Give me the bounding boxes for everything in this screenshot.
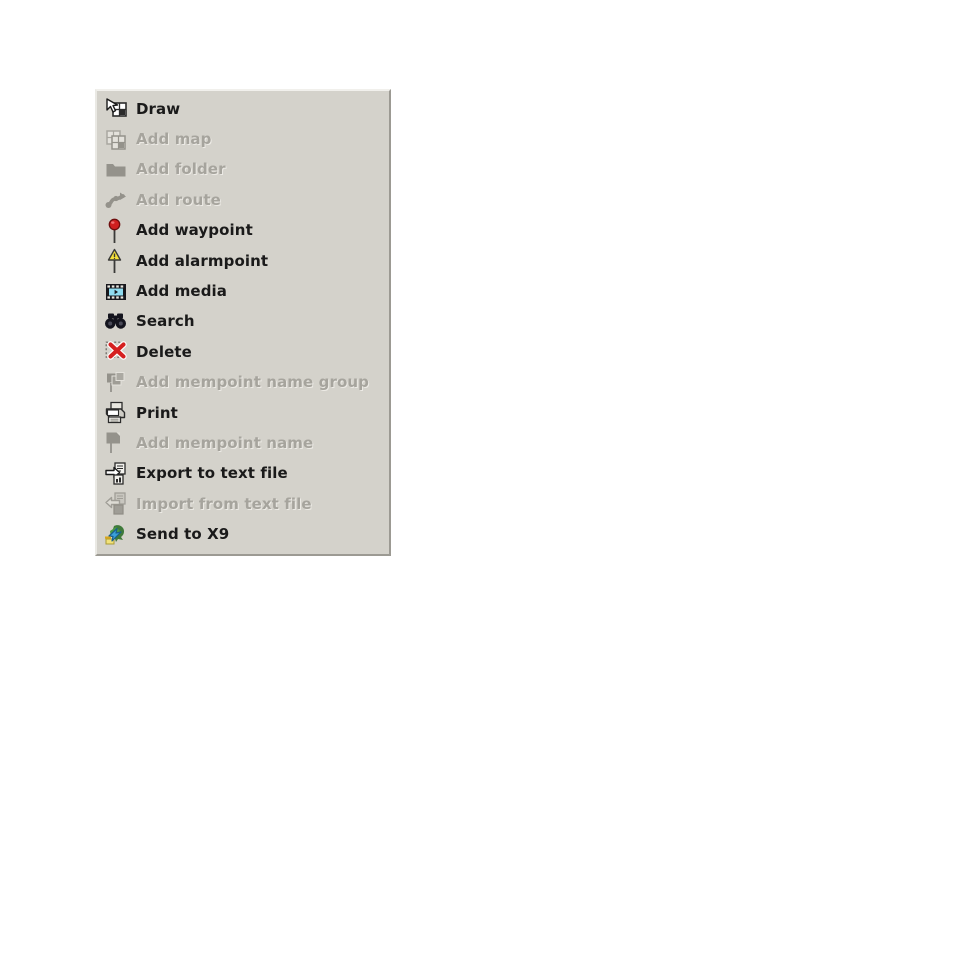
menu-item-label: Import from text file <box>136 494 312 513</box>
menu-item-add-mempoint-name[interactable]: Add mempoint name <box>97 428 389 458</box>
print-icon <box>104 400 130 426</box>
menu-item-import-from-text-file[interactable]: Import from text file <box>97 489 389 519</box>
context-menu-panel: Draw Add map Add folder Add route Add wa… <box>95 89 391 556</box>
menu-item-label: Add waypoint <box>136 221 253 240</box>
menu-item-search[interactable]: Search <box>97 307 389 337</box>
delete-icon <box>104 339 130 365</box>
menu-item-send-to-x9[interactable]: Send to X9 <box>97 519 389 549</box>
menu-item-label: Send to X9 <box>136 525 230 544</box>
draw-icon <box>104 96 130 122</box>
menu-item-draw[interactable]: Draw <box>97 94 389 124</box>
add-waypoint-icon <box>104 218 130 244</box>
import-from-text-file-icon <box>104 491 130 517</box>
add-media-icon <box>104 279 130 305</box>
menu-item-label: Add mempoint name group <box>136 373 369 392</box>
add-alarmpoint-icon <box>104 248 130 274</box>
menu-item-label: Add folder <box>136 160 226 179</box>
menu-item-label: Add alarmpoint <box>136 251 269 270</box>
add-route-icon <box>104 187 130 213</box>
menu-item-add-mempoint-name-group[interactable]: Add mempoint name group <box>97 368 389 398</box>
menu-item-label: Draw <box>136 99 181 118</box>
menu-item-label: Add route <box>136 190 221 209</box>
add-folder-icon <box>104 157 130 183</box>
send-to-x9-icon <box>104 522 130 548</box>
menu-item-label: Add map <box>136 130 212 149</box>
menu-item-label: Add mempoint name <box>136 433 314 452</box>
search-binoculars-icon <box>104 309 130 335</box>
menu-item-export-to-text-file[interactable]: Export to text file <box>97 459 389 489</box>
export-to-text-file-icon <box>104 461 130 487</box>
add-mempoint-name-group-icon <box>104 370 130 396</box>
menu-item-print[interactable]: Print <box>97 398 389 428</box>
menu-item-add-alarmpoint[interactable]: Add alarmpoint <box>97 246 389 276</box>
menu-item-label: Search <box>136 312 195 331</box>
menu-item-label: Export to text file <box>136 464 288 483</box>
menu-item-label: Print <box>136 403 178 422</box>
menu-item-delete[interactable]: Delete <box>97 337 389 367</box>
menu-item-add-folder[interactable]: Add folder <box>97 155 389 185</box>
menu-item-add-map[interactable]: Add map <box>97 124 389 154</box>
menu-item-add-route[interactable]: Add route <box>97 185 389 215</box>
menu-item-add-media[interactable]: Add media <box>97 276 389 306</box>
add-map-icon <box>104 127 130 153</box>
menu-item-label: Delete <box>136 342 192 361</box>
menu-item-label: Add media <box>136 282 228 301</box>
add-mempoint-name-icon <box>104 430 130 456</box>
menu-item-add-waypoint[interactable]: Add waypoint <box>97 216 389 246</box>
